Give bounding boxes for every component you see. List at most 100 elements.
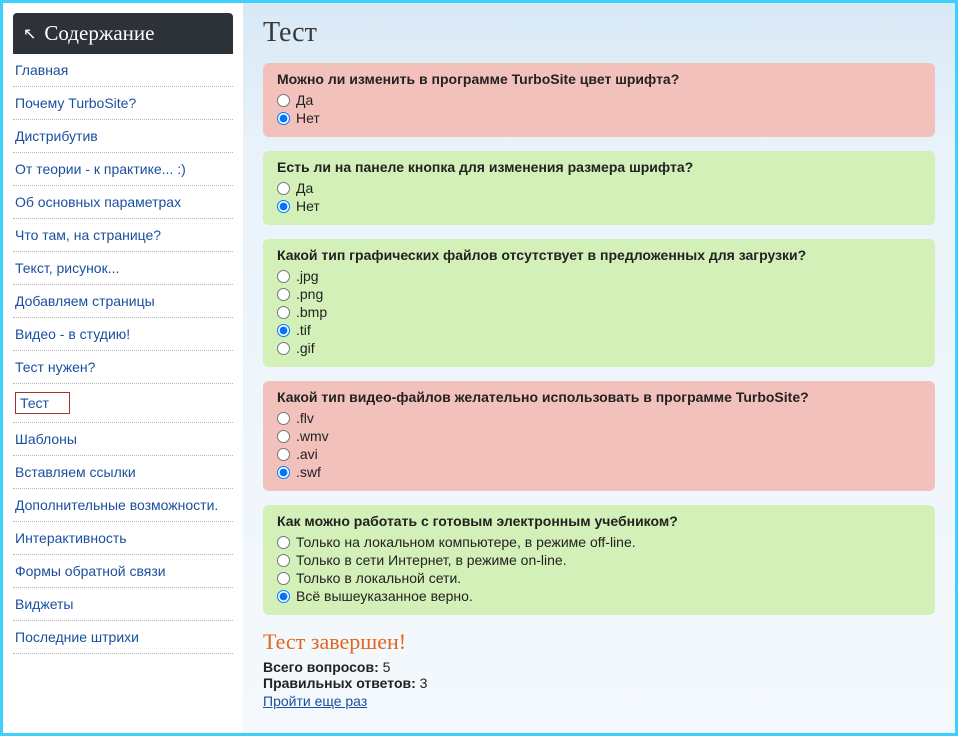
main-content: Тест Можно ли изменить в программе Turbo… [243, 3, 955, 733]
question-block: Как можно работать с готовым электронным… [263, 505, 935, 615]
question-text: Какой тип графических файлов отсутствует… [277, 247, 921, 263]
nav-link[interactable]: Что там, на странице? [15, 227, 161, 243]
option[interactable]: .tif [277, 321, 921, 339]
option-radio[interactable] [277, 342, 290, 355]
option-radio[interactable] [277, 324, 290, 337]
nav-link[interactable]: Шаблоны [15, 431, 77, 447]
nav-link[interactable]: Дистрибутив [15, 128, 98, 144]
option-label: .tif [296, 322, 311, 338]
nav-link[interactable]: Вставляем ссылки [15, 464, 136, 480]
option-radio[interactable] [277, 430, 290, 443]
option-radio[interactable] [277, 590, 290, 603]
nav-item: Формы обратной связи [13, 555, 233, 588]
option-radio[interactable] [277, 182, 290, 195]
option-label: Да [296, 180, 313, 196]
nav-link[interactable]: Виджеты [15, 596, 74, 612]
nav-item: Дополнительные возможности. [13, 489, 233, 522]
option-label: .flv [296, 410, 314, 426]
option-label: Нет [296, 110, 320, 126]
option-label: .avi [296, 446, 318, 462]
question-block: Какой тип видео-файлов желательно исполь… [263, 381, 935, 491]
nav-list: Главная Почему TurboSite? Дистрибутив От те… [13, 54, 233, 654]
option-radio[interactable] [277, 200, 290, 213]
option[interactable]: Только в сети Интернет, в режиме on-line… [277, 551, 921, 569]
option[interactable]: .avi [277, 445, 921, 463]
nav-item: Главная [13, 54, 233, 87]
nav-item: Дистрибутив [13, 120, 233, 153]
option-label: .jpg [296, 268, 319, 284]
option-radio[interactable] [277, 94, 290, 107]
option-label: .swf [296, 464, 321, 480]
nav-link[interactable]: Главная [15, 62, 68, 78]
nav-item: Видео - в студию! [13, 318, 233, 351]
option[interactable]: .gif [277, 339, 921, 357]
option-radio[interactable] [277, 448, 290, 461]
nav-item: Виджеты [13, 588, 233, 621]
question-text: Какой тип видео-файлов желательно исполь… [277, 389, 921, 405]
nav-item: Тест нужен? [13, 351, 233, 384]
nav-item: От теории - к практике... :) [13, 153, 233, 186]
option-label: Всё вышеуказанное верно. [296, 588, 473, 604]
retry-link[interactable]: Пройти еще раз [263, 693, 367, 709]
option[interactable]: .jpg [277, 267, 921, 285]
nav-link[interactable]: Текст, рисунок... [15, 260, 119, 276]
option-radio[interactable] [277, 572, 290, 585]
option[interactable]: .flv [277, 409, 921, 427]
question-block: Какой тип графических файлов отсутствует… [263, 239, 935, 367]
option-radio[interactable] [277, 466, 290, 479]
nav-item: Шаблоны [13, 423, 233, 456]
cursor-icon: ↖ [23, 24, 36, 44]
option[interactable]: Только на локальном компьютере, в режиме… [277, 533, 921, 551]
option[interactable]: Только в локальной сети. [277, 569, 921, 587]
option-label: .bmp [296, 304, 327, 320]
result-title: Тест завершен! [263, 629, 935, 655]
nav-link[interactable]: Интерактивность [15, 530, 127, 546]
sidebar: ↖ Содержание Главная Почему TurboSite? Дис… [3, 3, 243, 733]
option-label: Только в локальной сети. [296, 570, 461, 586]
result-correct: Правильных ответов: 3 [263, 675, 935, 691]
nav-item: Что там, на странице? [13, 219, 233, 252]
option-label: Только в сети Интернет, в режиме on-line… [296, 552, 567, 568]
option-label: .png [296, 286, 323, 302]
option-radio[interactable] [277, 112, 290, 125]
option-radio[interactable] [277, 288, 290, 301]
option[interactable]: .bmp [277, 303, 921, 321]
nav-link[interactable]: Последние штрихи [15, 629, 139, 645]
nav-item: Интерактивность [13, 522, 233, 555]
nav-link[interactable]: Тест [15, 392, 70, 414]
sidebar-title: Содержание [44, 21, 154, 46]
option-radio[interactable] [277, 306, 290, 319]
nav-item: Об основных параметрах [13, 186, 233, 219]
nav-link[interactable]: Тест нужен? [15, 359, 95, 375]
option[interactable]: .swf [277, 463, 921, 481]
nav-item: Последние штрихи [13, 621, 233, 654]
nav-link[interactable]: Об основных параметрах [15, 194, 181, 210]
option[interactable]: Да [277, 91, 921, 109]
option-radio[interactable] [277, 270, 290, 283]
option[interactable]: .png [277, 285, 921, 303]
option[interactable]: .wmv [277, 427, 921, 445]
option-label: Да [296, 92, 313, 108]
nav-link[interactable]: Дополнительные возможности. [15, 497, 218, 513]
option[interactable]: Нет [277, 109, 921, 127]
nav-link[interactable]: От теории - к практике... :) [15, 161, 186, 177]
option-radio[interactable] [277, 536, 290, 549]
option[interactable]: Да [277, 179, 921, 197]
option-label: .gif [296, 340, 315, 356]
option-radio[interactable] [277, 412, 290, 425]
nav-link[interactable]: Видео - в студию! [15, 326, 130, 342]
result-total: Всего вопросов: 5 [263, 659, 935, 675]
option[interactable]: Нет [277, 197, 921, 215]
nav-link[interactable]: Почему TurboSite? [15, 95, 136, 111]
option-label: Только на локальном компьютере, в режиме… [296, 534, 636, 550]
option[interactable]: Всё вышеуказанное верно. [277, 587, 921, 605]
questions-container: Можно ли изменить в программе TurboSite … [263, 63, 935, 615]
option-radio[interactable] [277, 554, 290, 567]
nav-item: Вставляем ссылки [13, 456, 233, 489]
question-text: Как можно работать с готовым электронным… [277, 513, 921, 529]
nav-link[interactable]: Добавляем страницы [15, 293, 155, 309]
nav-item: Тест [13, 384, 233, 423]
option-label: .wmv [296, 428, 329, 444]
question-text: Есть ли на панеле кнопка для изменения р… [277, 159, 921, 175]
nav-link[interactable]: Формы обратной связи [15, 563, 166, 579]
